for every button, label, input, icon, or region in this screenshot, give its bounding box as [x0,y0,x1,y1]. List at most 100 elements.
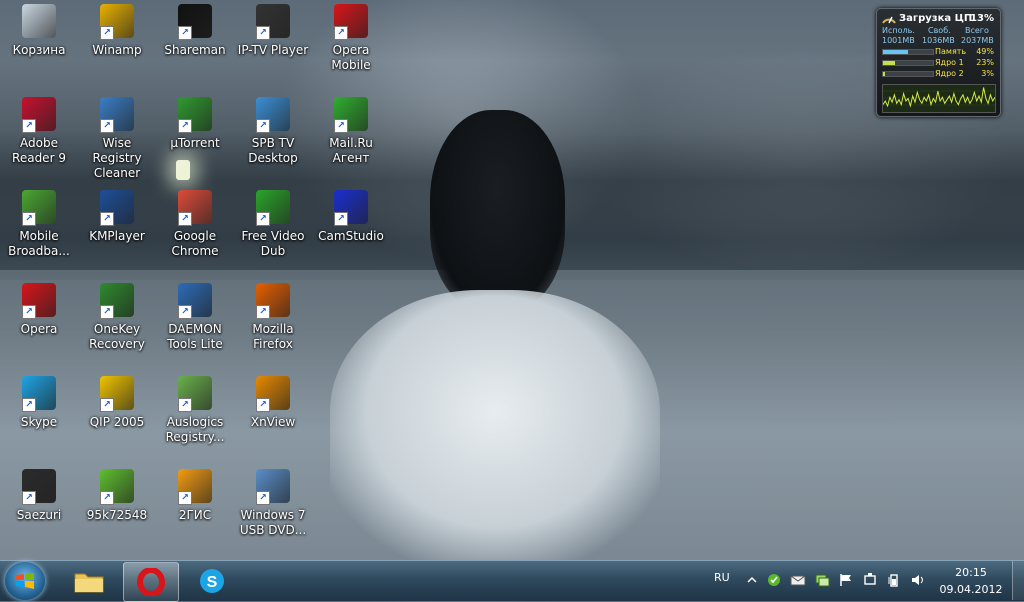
shortcut-arrow-icon: ↗ [178,398,192,412]
mailru-agent-icon: ↗ [334,97,368,133]
desktop-icon-wise-registry[interactable]: ↗ Wise Registry Cleaner [78,97,156,181]
desktop-icon-label: Opera Mobile [331,43,371,72]
core2-bar [882,71,934,77]
shortcut-arrow-icon: ↗ [100,26,114,40]
power-icon[interactable] [886,573,902,587]
taskbar-opera-button[interactable] [123,562,179,602]
desktop-icon-label: Wise Registry Cleaner [92,136,142,180]
gadget-title: Загрузка ЦП [899,13,973,24]
gadget-value-free: 1036MB [922,36,955,45]
desktop-icon-kmplayer[interactable]: ↗ KMPlayer [78,190,156,244]
shortcut-arrow-icon: ↗ [256,26,270,40]
desktop-icon-chrome[interactable]: ↗ Google Chrome [156,190,234,259]
network-icon[interactable] [814,573,830,587]
qip-icon: ↗ [100,376,134,412]
shortcut-arrow-icon: ↗ [256,305,270,319]
shareman-icon: ↗ [178,4,212,40]
chrome-icon: ↗ [178,190,212,226]
desktop-icon-iptv[interactable]: ↗ IP-TV Player [234,4,312,58]
iptv-icon: ↗ [256,4,290,40]
desktop-icon-mobile-broadband[interactable]: ↗ Mobile Broadba... [0,190,78,259]
desktop-icon-saezuri[interactable]: ↗ Saezuri [0,469,78,523]
desktop-icon-onekey-recovery[interactable]: ↗ OneKey Recovery [78,283,156,352]
shortcut-arrow-icon: ↗ [334,26,348,40]
gadget-cpu-percent: 13% [970,13,994,24]
cpu-history-line [883,87,995,108]
mobile-broadband-icon: ↗ [22,190,56,226]
antivirus-icon[interactable] [766,573,782,587]
shortcut-arrow-icon: ↗ [100,398,114,412]
desktop-icon-daemon-tools[interactable]: ↗ DAEMON Tools Lite [156,283,234,352]
desktop-icon-2gis[interactable]: ↗ 2ГИС [156,469,234,523]
spbtv-icon: ↗ [256,97,290,133]
desktop-icon-firefox[interactable]: ↗ Mozilla Firefox [234,283,312,352]
desktop-icon-win7-usb[interactable]: ↗ Windows 7 USB DVD... [234,469,312,538]
desktop-icon-adobe-reader[interactable]: ↗ Adobe Reader 9 [0,97,78,166]
clock-date[interactable]: 09.04.2012 [938,583,1004,596]
desktop-icon-auslogics[interactable]: ↗ Auslogics Registry... [156,376,234,445]
taskbar-skype-button[interactable]: S [185,562,239,600]
desktop-icon-label: Saezuri [16,508,62,522]
wallpaper-figure-hair [430,110,565,310]
utorrent-icon: ↗ [178,97,212,133]
desktop-icon-label: Mobile Broadba... [8,229,70,258]
desktop-icon-label: IP-TV Player [237,43,309,57]
desktop-icon-shareman[interactable]: ↗ Shareman [156,4,234,58]
desktop-icon-skype[interactable]: ↗ Skype [0,376,78,430]
free-video-dub-icon: ↗ [256,190,290,226]
wallpaper-figure-dress [330,290,660,560]
desktop-icon-xnview[interactable]: ↗ XnView [234,376,312,430]
shortcut-arrow-icon: ↗ [256,119,270,133]
desktop-icon-opera[interactable]: ↗ Opera [0,283,78,337]
language-indicator[interactable]: RU [714,571,730,584]
core1-value: 23% [976,58,994,67]
svg-text:S: S [207,574,218,591]
core1-label: Ядро 1 [935,58,964,67]
start-button[interactable] [5,562,45,600]
shortcut-arrow-icon: ↗ [22,398,36,412]
cpu-history-graph [882,84,996,113]
core2-value: 3% [981,69,994,78]
desktop-icon-spbtv[interactable]: ↗ SPB TV Desktop [234,97,312,166]
cpu-gadget[interactable]: Загрузка ЦП 13% Исполь. Своб. Всего 1001… [876,8,1001,117]
clock-time[interactable]: 20:15 [938,566,1004,579]
memory-value: 49% [976,47,994,56]
desktop-icon-qip[interactable]: ↗ QIP 2005 [78,376,156,430]
desktop-icon-label: SPB TV Desktop [248,136,298,165]
volume-icon[interactable] [910,573,926,587]
desktop-icon-label: Windows 7 USB DVD... [239,508,307,537]
shield-icon: ↗ [100,469,134,505]
desktop-icon-label: µTorrent [170,136,220,150]
show-hidden-icon[interactable] [744,573,760,587]
shortcut-arrow-icon: ↗ [178,212,192,226]
shortcut-arrow-icon: ↗ [100,491,114,505]
gadget-header-free: Своб. [928,26,951,35]
show-desktop-button[interactable] [1012,561,1024,600]
desktop-icon-winamp[interactable]: ↗ Winamp [78,4,156,58]
desktop-icon-label: Winamp [92,43,142,57]
shortcut-arrow-icon: ↗ [100,119,114,133]
shortcut-arrow-icon: ↗ [178,26,192,40]
action-center-flag-icon[interactable] [838,573,854,587]
desktop-icon-opera-mobile[interactable]: ↗ Opera Mobile [312,4,390,73]
shortcut-arrow-icon: ↗ [256,398,270,412]
winamp-icon: ↗ [100,4,134,40]
desktop-icon-label: CamStudio [318,229,384,243]
desktop-icon-utorrent[interactable]: ↗ µTorrent [156,97,234,151]
firefox-icon: ↗ [256,283,290,319]
opera-mobile-icon: ↗ [334,4,368,40]
desktop-icon-camstudio[interactable]: ↗ CamStudio [312,190,390,244]
shortcut-arrow-icon: ↗ [22,305,36,319]
usb-device-icon[interactable] [862,573,878,587]
desktop-icon-label: XnView [250,415,296,429]
desktop-icon-label: Auslogics Registry... [165,415,225,444]
desktop-icon-label: OneKey Recovery [89,322,145,351]
desktop-icon-free-video-dub[interactable]: ↗ Free Video Dub [234,190,312,259]
mail-icon[interactable] [790,573,806,587]
taskbar-explorer-button[interactable] [62,562,116,600]
desktop-icon-label: Mozilla Firefox [252,322,294,351]
desktop-icon-mailru-agent[interactable]: ↗ Mail.Ru Агент [312,97,390,166]
desktop-icon-label: Skype [20,415,58,429]
desktop-icon-shield[interactable]: ↗ 95k72548 [78,469,156,523]
desktop-icon-recycle-bin[interactable]: Корзина [0,4,78,58]
